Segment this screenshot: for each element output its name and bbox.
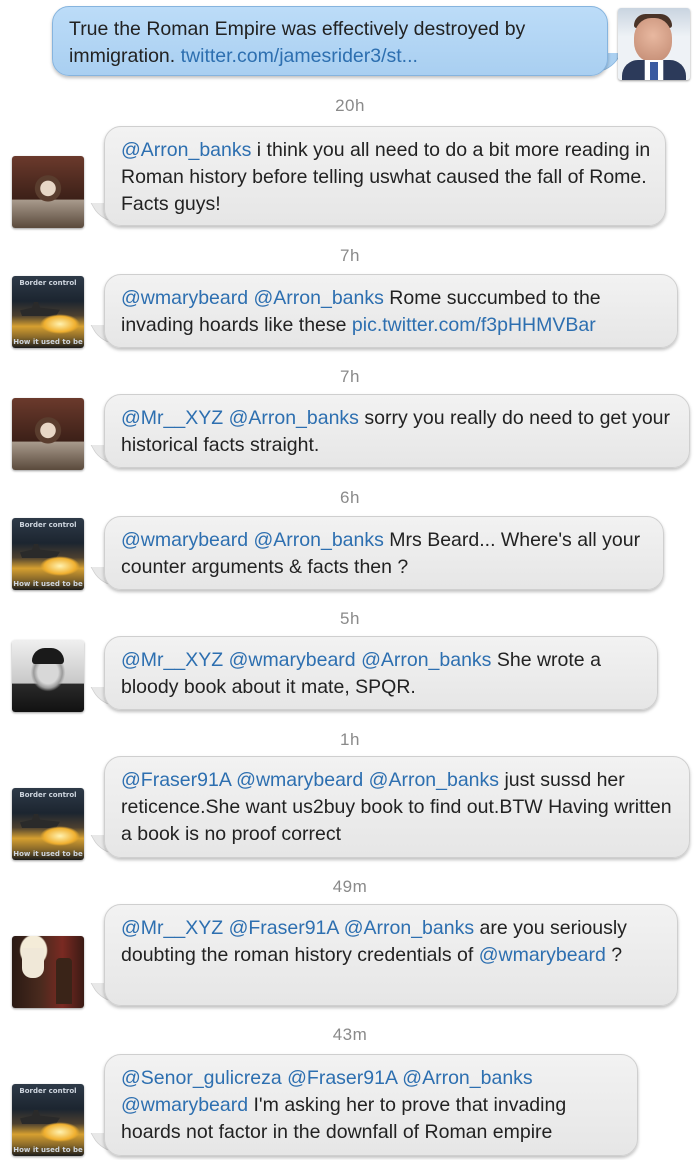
message-text: ? — [605, 944, 623, 966]
wmarybeard-avatar[interactable] — [12, 156, 84, 228]
avatar-caption-bottom: How it used to be — [13, 580, 83, 588]
avatar-caption-top: Border control — [19, 279, 77, 287]
wmarybeard-avatar[interactable] — [12, 398, 84, 470]
senor-gulicreza-avatar[interactable] — [12, 936, 84, 1008]
timestamp: 43m — [332, 1025, 368, 1044]
tweet-link[interactable]: twitter.com/jamesrider3/st... — [181, 45, 418, 67]
mention-link[interactable]: @Fraser91A @wmarybeard @Arron_banks — [121, 769, 499, 791]
avatar-caption-top: Border control — [19, 1087, 77, 1095]
mention-link[interactable]: @Mr__XYZ @Fraser91A @Arron_banks — [121, 917, 474, 939]
timestamp: 1h — [340, 730, 360, 749]
avatar-caption-bottom: How it used to be — [13, 338, 83, 346]
fraser91a-avatar[interactable] — [12, 640, 84, 712]
timestamp: 7h — [340, 246, 360, 265]
message-bubble-incoming[interactable]: @Senor_gulicreza @Fraser91A @Arron_banks… — [90, 1054, 638, 1156]
message-bubble-incoming[interactable]: @Mr__XYZ @Arron_banks sorry you really d… — [90, 394, 690, 468]
pic-link[interactable]: pic.twitter.com/f3pHHMVBar — [352, 314, 596, 336]
mention-link[interactable]: @wmarybeard @Arron_banks — [121, 529, 384, 551]
mention-link[interactable]: @wmarybeard — [479, 944, 606, 966]
mention-link[interactable]: @Arron_banks — [121, 139, 251, 161]
message-thread: True the Roman Empire was effectively de… — [0, 0, 700, 1160]
border-control-avatar[interactable]: Border control How it used to be — [12, 518, 84, 590]
mention-link[interactable]: @wmarybeard @Arron_banks — [121, 287, 384, 309]
message-bubble-incoming[interactable]: @wmarybeard @Arron_banks Mrs Beard... Wh… — [90, 516, 664, 590]
avatar-caption-bottom: How it used to be — [13, 1146, 83, 1154]
mention-link[interactable]: @Mr__XYZ @Arron_banks — [121, 407, 359, 429]
message-bubble-incoming[interactable]: @Mr__XYZ @Fraser91A @Arron_banks are you… — [90, 904, 678, 1006]
avatar-caption-top: Border control — [19, 521, 77, 529]
timestamp: 5h — [340, 609, 360, 628]
timestamp: 49m — [332, 877, 368, 896]
message-bubble-incoming[interactable]: @Arron_banks i think you all need to do … — [90, 126, 666, 226]
avatar-caption-bottom: How it used to be — [13, 850, 83, 858]
border-control-avatar[interactable]: Border control How it used to be — [12, 276, 84, 348]
message-bubble-incoming[interactable]: @wmarybeard @Arron_banks Rome succumbed … — [90, 274, 678, 348]
timestamp: 6h — [340, 488, 360, 507]
message-bubble-outgoing[interactable]: True the Roman Empire was effectively de… — [52, 6, 622, 76]
avatar-caption-top: Border control — [19, 791, 77, 799]
message-bubble-incoming[interactable]: @Fraser91A @wmarybeard @Arron_banks just… — [90, 756, 690, 858]
border-control-avatar[interactable]: Border control How it used to be — [12, 788, 84, 860]
arron-banks-avatar[interactable] — [618, 8, 690, 80]
timestamp: 20h — [335, 96, 365, 115]
message-bubble-incoming[interactable]: @Mr__XYZ @wmarybeard @Arron_banks She wr… — [90, 636, 658, 710]
border-control-avatar[interactable]: Border control How it used to be — [12, 1084, 84, 1156]
mention-link[interactable]: @Mr__XYZ @wmarybeard @Arron_banks — [121, 649, 491, 671]
timestamp: 7h — [340, 367, 360, 386]
